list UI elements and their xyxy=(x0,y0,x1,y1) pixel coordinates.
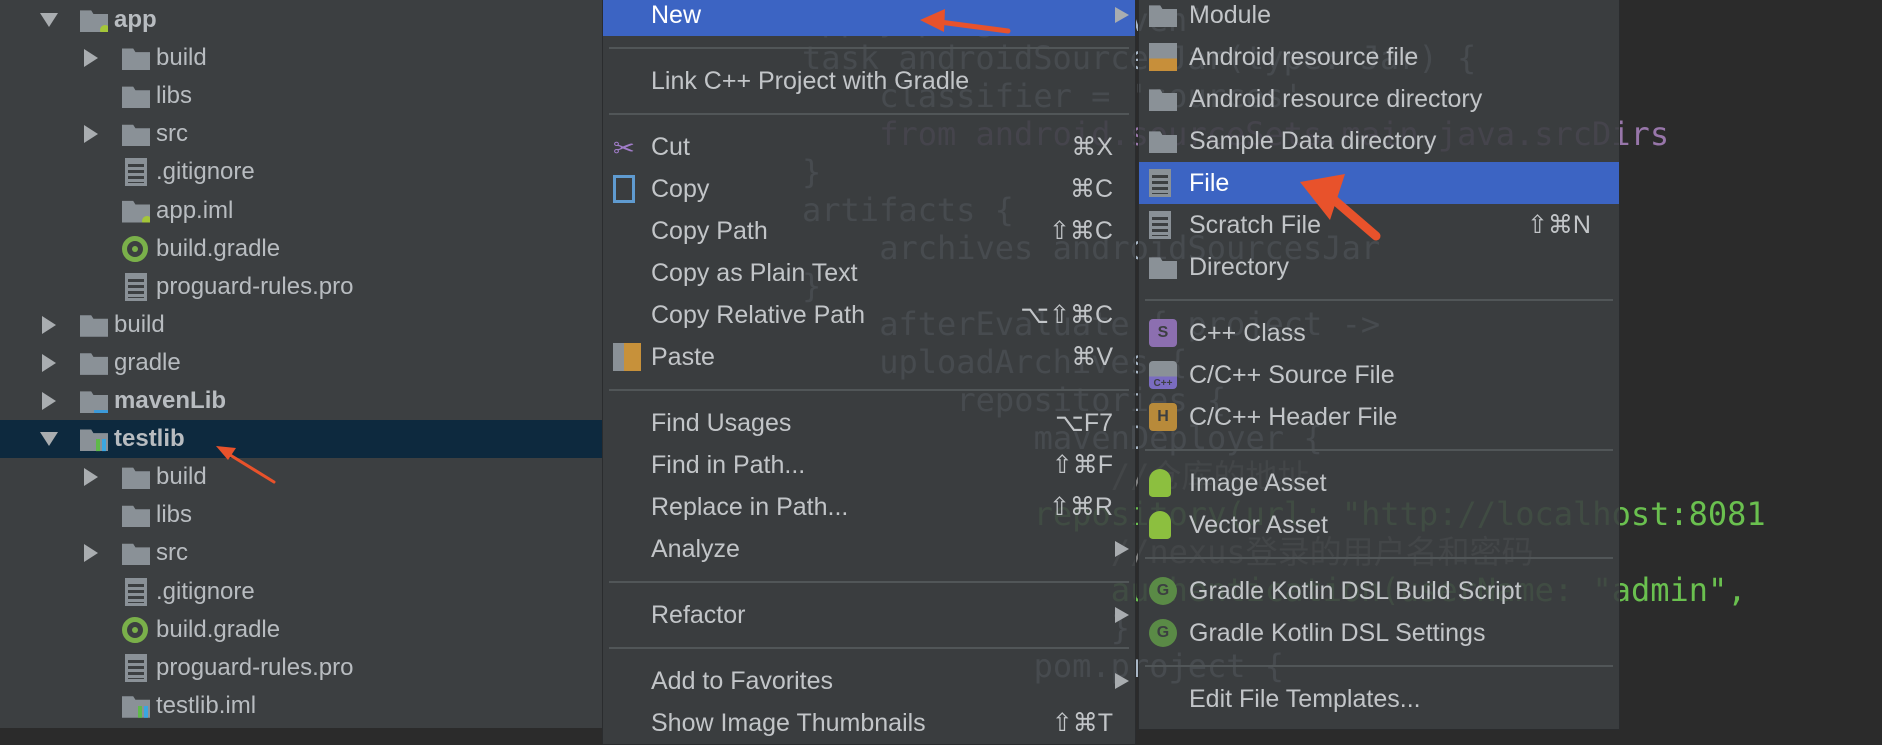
annotation-arrows xyxy=(216,9,1381,484)
arrowhead-icon xyxy=(1300,174,1345,220)
arrowhead-icon xyxy=(920,9,945,32)
